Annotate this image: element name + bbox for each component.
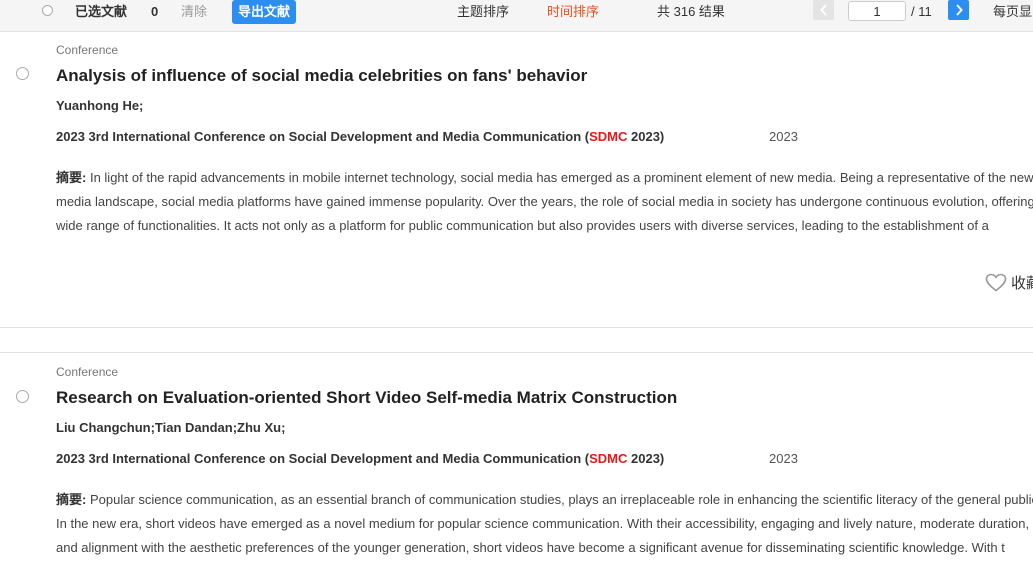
page-number-input[interactable] [848, 1, 906, 21]
next-page-button[interactable] [948, 0, 969, 20]
favorite-label: 收藏 [1011, 275, 1033, 292]
selected-count: 0 [151, 4, 159, 19]
abstract-text: In light of the rapid advancements in mo… [56, 170, 1033, 233]
result-authors[interactable]: Liu Changchun;Tian Dandan;Zhu Xu; [56, 420, 285, 435]
sort-topic-button[interactable]: 主题排序 [457, 0, 509, 24]
result-authors[interactable]: Yuanhong He; [56, 98, 143, 113]
source-text: 2023 3rd International Conference on Soc… [56, 451, 590, 466]
result-type: Conference [56, 365, 119, 379]
result-item: Conference Analysis of influence of soci… [0, 31, 1033, 328]
result-select-radio[interactable] [16, 67, 29, 80]
result-year: 2023 [769, 129, 798, 144]
source-text: 2023 3rd International Conference on Soc… [56, 129, 590, 144]
abstract-label: 摘要: [56, 170, 87, 185]
result-abstract: 摘要: Popular science communication, as an… [56, 488, 1033, 560]
result-abstract: 摘要: In light of the rapid advancements i… [56, 166, 1033, 238]
sort-time-button[interactable]: 时间排序 [547, 0, 599, 24]
source-highlight: SDMC [589, 129, 628, 144]
clear-button[interactable]: 清除 [181, 0, 207, 24]
result-type: Conference [56, 43, 119, 57]
result-title[interactable]: Analysis of influence of social media ce… [56, 66, 587, 86]
heart-icon [985, 273, 1007, 292]
result-source[interactable]: 2023 3rd International Conference on Soc… [56, 451, 664, 466]
result-year: 2023 [769, 451, 798, 466]
abstract-label: 摘要: [56, 492, 87, 507]
abstract-text: Popular science communication, as an ess… [56, 492, 1033, 555]
divider [0, 327, 1033, 328]
result-item: Conference Research on Evaluation-orient… [0, 353, 1033, 576]
result-count: 共 316 结果 [657, 4, 725, 19]
result-source[interactable]: 2023 3rd International Conference on Soc… [56, 129, 664, 144]
results-toolbar: 已选文献 0 清除 导出文献 主题排序 时间排序 共 316 结果 / 11 每… [0, 0, 1033, 32]
per-page-label: 每页显 [993, 4, 1033, 19]
chevron-right-icon [955, 4, 963, 16]
selected-label: 已选文献 [75, 4, 128, 19]
chevron-left-icon [819, 4, 827, 16]
page-total: / 11 [911, 4, 932, 19]
source-text-end: 2023) [627, 129, 665, 144]
source-highlight: SDMC [589, 451, 628, 466]
source-text-end: 2023) [627, 451, 665, 466]
result-select-radio[interactable] [16, 390, 29, 403]
result-title[interactable]: Research on Evaluation-oriented Short Vi… [56, 388, 677, 408]
select-all-radio[interactable] [42, 5, 53, 16]
prev-page-button[interactable] [813, 0, 834, 20]
export-button[interactable]: 导出文献 [232, 0, 297, 24]
favorite-button[interactable]: 收藏 [985, 272, 1033, 293]
